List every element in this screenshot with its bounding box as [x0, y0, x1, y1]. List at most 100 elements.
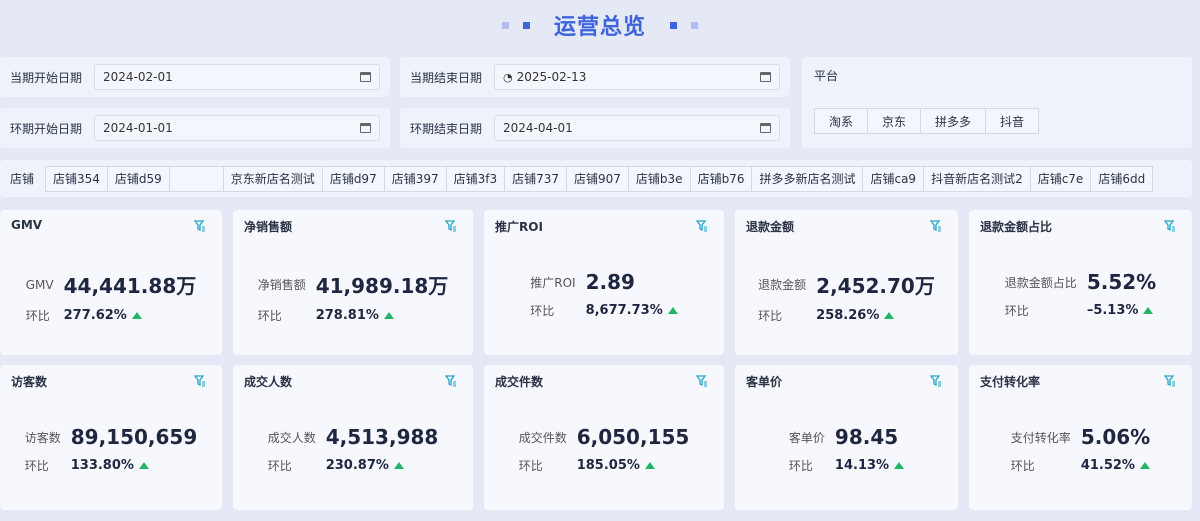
kpi-card: GMV GMV 44,441.88万 环比 277.62% — [0, 210, 222, 355]
platform-label: 平台 — [814, 69, 839, 83]
metric-label: 推广ROI — [530, 275, 576, 290]
filter-icon[interactable] — [695, 375, 708, 387]
metric-label: 成交件数 — [518, 430, 567, 445]
trend-up-icon — [884, 312, 895, 319]
cur-end-date-input[interactable]: ◔ 2025-02-13 — [494, 64, 780, 90]
trend-up-icon — [644, 462, 655, 469]
metric-label: 退款金额占比 — [1004, 275, 1077, 290]
kpi-card: 成交人数 成交人数 4,513,988 环比 230.87% — [233, 365, 473, 510]
change-label: 环比 — [530, 304, 555, 318]
filter-label: 环期结束日期 — [410, 121, 483, 136]
store-option[interactable]: 店铺b3e — [627, 165, 691, 192]
store-option[interactable]: 店铺d97 — [321, 165, 385, 192]
filter-icon[interactable] — [444, 220, 457, 232]
filter-icon[interactable] — [193, 220, 206, 232]
kpi-card: 成交件数 成交件数 6,050,155 环比 185.05% — [484, 365, 724, 510]
store-option[interactable]: 店铺d59 — [106, 165, 170, 192]
filter-icon[interactable] — [1163, 220, 1176, 232]
store-option[interactable]: 店铺6dd — [1090, 165, 1154, 192]
store-option[interactable]: 抖音新店名测试2 — [923, 165, 1031, 192]
metric-value: 5.52% — [1086, 270, 1157, 294]
metric-label: GMV — [25, 277, 54, 292]
platform-option[interactable]: 抖音 — [985, 108, 1040, 134]
trend-up-icon — [131, 312, 142, 319]
card-title: 成交人数 — [244, 375, 293, 389]
platform-option[interactable]: 拼多多 — [920, 108, 987, 134]
metric-label: 支付转化率 — [1010, 430, 1071, 445]
store-option[interactable]: 店铺907 — [566, 165, 629, 192]
metric-label: 访客数 — [24, 430, 61, 445]
change-value: 278.81% — [315, 308, 379, 323]
store-filter: 店铺 店铺354 店铺d59 京东新店名测试 店铺d97 店铺397 店铺3f3 店铺737 店… — [0, 160, 1192, 197]
change-label: 环比 — [518, 459, 543, 473]
kpi-card: 访客数 访客数 89,150,659 环比 133.80% — [0, 365, 222, 510]
change-value: –5.13% — [1086, 303, 1139, 318]
date-value: 2025-02-13 — [516, 70, 587, 84]
trend-up-icon — [667, 307, 678, 314]
store-option[interactable]: 京东新店名测试 — [222, 165, 323, 192]
kpi-card: 净销售额 净销售额 41,989.18万 环比 278.81% — [233, 210, 473, 355]
trend-up-icon — [383, 312, 394, 319]
filter-icon[interactable] — [444, 375, 457, 387]
platform-option[interactable]: 京东 — [867, 108, 922, 134]
filter-icon[interactable] — [929, 220, 942, 232]
filter-label: 当期结束日期 — [410, 70, 483, 85]
store-option[interactable]: 拼多多新店名测试 — [751, 165, 864, 192]
kpi-card: 推广ROI 推广ROI 2.89 环比 8,677.73% — [484, 210, 724, 355]
kpi-card: 客单价 客单价 98.45 环比 14.13% — [735, 365, 958, 510]
filter-label: 环期开始日期 — [10, 121, 83, 136]
trend-up-icon — [1139, 462, 1150, 469]
store-option[interactable]: 店铺737 — [504, 165, 568, 192]
change-value: 185.05% — [576, 458, 640, 473]
platform-filter: 平台 淘系 京东 拼多多 抖音 — [802, 57, 1192, 148]
change-label: 环比 — [257, 309, 282, 323]
prev-start-date-input[interactable]: 2024-01-01 — [94, 115, 380, 141]
prev-start-filter: 环期开始日期 2024-01-01 — [0, 108, 390, 148]
store-option[interactable]: 店铺c7e — [1029, 165, 1092, 192]
change-value: 41.52% — [1080, 458, 1135, 473]
metric-value: 5.06% — [1080, 425, 1151, 449]
metric-value: 6,050,155 — [576, 425, 690, 449]
change-label: 环比 — [267, 459, 292, 473]
page-header: 运营总览 — [0, 8, 1200, 42]
store-option[interactable]: 店铺ca9 — [862, 165, 925, 192]
change-value: 133.80% — [70, 458, 134, 473]
change-value: 14.13% — [834, 458, 890, 473]
filter-icon[interactable] — [1163, 375, 1176, 387]
metric-label: 客单价 — [788, 430, 825, 445]
change-label: 环比 — [788, 459, 813, 473]
filter-icon[interactable] — [695, 220, 708, 232]
metric-label: 净销售额 — [257, 278, 306, 292]
metric-value: 41,989.18万 — [315, 274, 449, 298]
store-option[interactable]: 店铺397 — [383, 165, 447, 192]
change-label: 环比 — [24, 459, 49, 473]
platform-option[interactable]: 淘系 — [814, 108, 869, 134]
change-value: 230.87% — [325, 458, 389, 473]
metric-value: 98.45 — [834, 425, 899, 449]
metric-value: 2,452.70万 — [816, 274, 935, 298]
cur-start-filter: 当期开始日期 2024-02-01 — [0, 57, 390, 97]
store-option[interactable]: 店铺b76 — [689, 165, 753, 192]
decor-square-icon — [501, 21, 509, 29]
metric-value: 44,441.88万 — [63, 274, 197, 298]
prev-end-filter: 环期结束日期 2024-04-01 — [400, 108, 790, 148]
card-title: GMV — [11, 218, 43, 232]
store-option[interactable]: 店铺354 — [45, 165, 108, 192]
metric-label: 成交人数 — [267, 430, 316, 445]
metric-value: 2.89 — [585, 270, 635, 294]
decor-square-icon — [522, 21, 530, 29]
metric-value: 4,513,988 — [325, 425, 439, 449]
store-option[interactable]: 店铺3f3 — [445, 165, 506, 192]
change-value: 258.26% — [816, 308, 880, 323]
filter-icon[interactable] — [929, 375, 942, 387]
decor-square-icon — [691, 21, 698, 29]
card-title: 净销售额 — [244, 220, 293, 234]
kpi-card: 退款金额占比 退款金额占比 5.52% 环比 –5.13% — [969, 210, 1192, 355]
prev-end-date-input[interactable]: 2024-04-01 — [494, 115, 780, 141]
store-option[interactable] — [168, 165, 224, 192]
clock-icon: ◔ — [503, 70, 513, 84]
filter-icon[interactable] — [193, 375, 206, 387]
metric-value: 89,150,659 — [70, 425, 198, 449]
trend-up-icon — [894, 462, 905, 469]
cur-start-date-input[interactable]: 2024-02-01 — [94, 64, 380, 90]
